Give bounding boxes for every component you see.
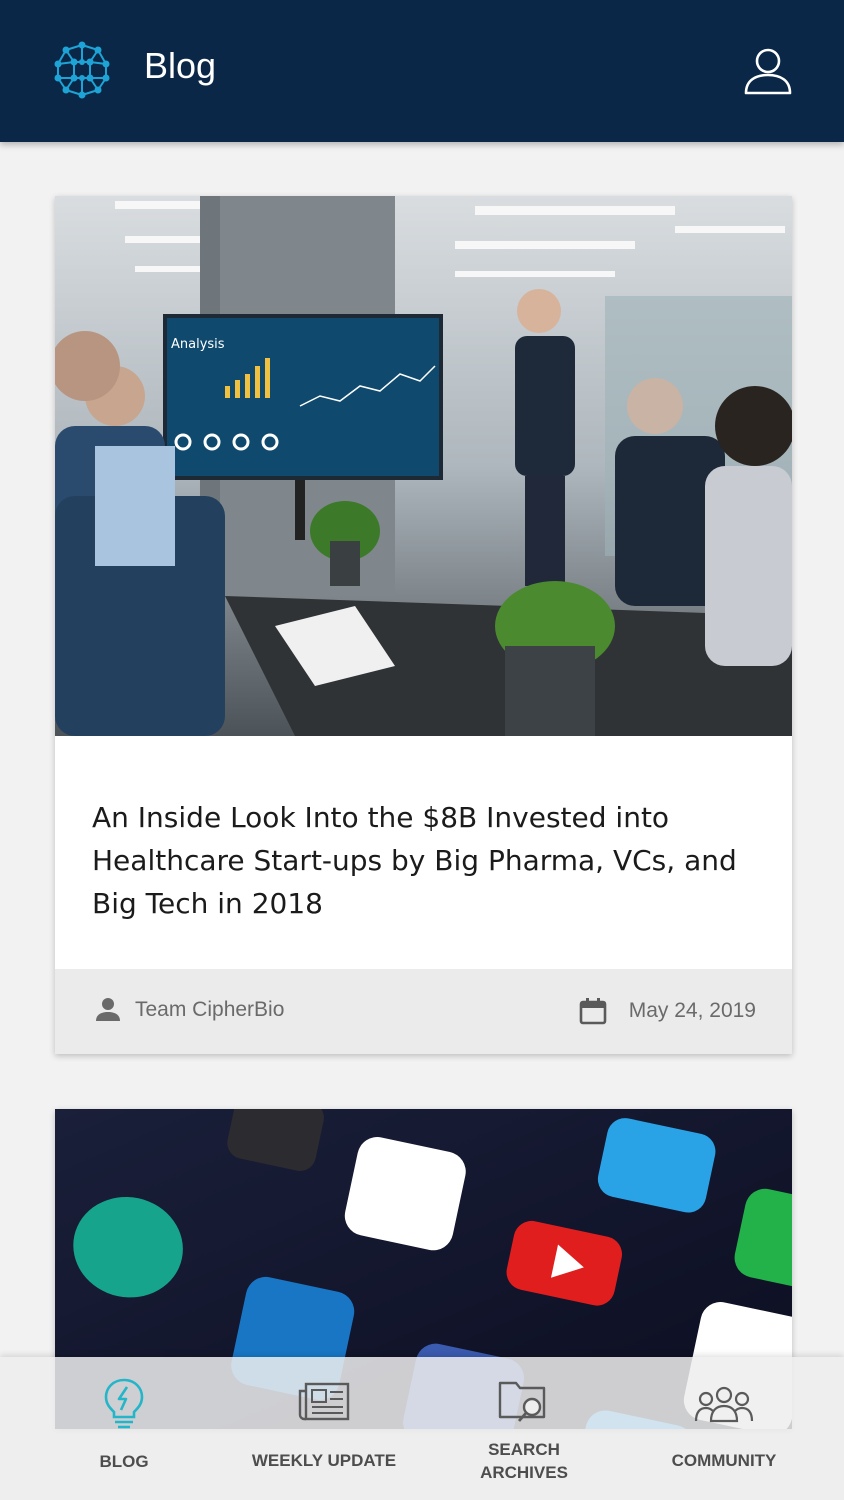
nav-label-search-archives-line2: ARCHIVES xyxy=(480,1463,568,1482)
nav-label-blog: BLOG xyxy=(99,1452,149,1471)
newspaper-icon xyxy=(298,1382,350,1421)
post-title[interactable]: An Inside Look Into the $8B Invested int… xyxy=(92,796,762,925)
post-meta-bar: Team CipherBio May 24, 2019 xyxy=(55,969,792,1054)
post-author: Team CipherBio xyxy=(95,997,284,1023)
bottom-navigation: BLOG WEEKLY UPDATE SEARCH ARCHIVES COMMU… xyxy=(0,1357,844,1500)
nav-item-search-archives[interactable]: SEARCH ARCHIVES xyxy=(454,1357,594,1500)
date-text: May 24, 2019 xyxy=(628,999,756,1022)
user-profile-icon[interactable] xyxy=(742,46,794,96)
nav-label-search-archives-line1: SEARCH xyxy=(488,1440,560,1459)
calendar-icon xyxy=(579,998,607,1025)
community-group-icon xyxy=(694,1386,754,1423)
nav-item-weekly-update[interactable]: WEEKLY UPDATE xyxy=(244,1357,404,1500)
network-logo-icon[interactable] xyxy=(52,40,112,100)
blog-post-card[interactable]: Analysis An Inside Look Into the $8B Inv… xyxy=(55,196,792,1054)
nav-item-community[interactable]: COMMUNITY xyxy=(654,1357,794,1500)
nav-label-weekly-update: WEEKLY UPDATE xyxy=(251,1451,397,1470)
nav-label-community: COMMUNITY xyxy=(671,1451,777,1470)
nav-item-blog[interactable]: BLOG xyxy=(54,1357,194,1500)
post-thumbnail-image[interactable]: Analysis xyxy=(55,196,792,736)
page-title: Blog xyxy=(144,45,217,86)
post-date: May 24, 2019 xyxy=(579,997,756,1025)
svg-text:Analysis: Analysis xyxy=(171,337,225,352)
app-header: Blog xyxy=(0,0,844,142)
person-icon xyxy=(96,998,120,1021)
lightbulb-icon xyxy=(104,1378,144,1429)
author-name: Team CipherBio xyxy=(135,998,285,1021)
folder-search-icon xyxy=(498,1381,546,1422)
